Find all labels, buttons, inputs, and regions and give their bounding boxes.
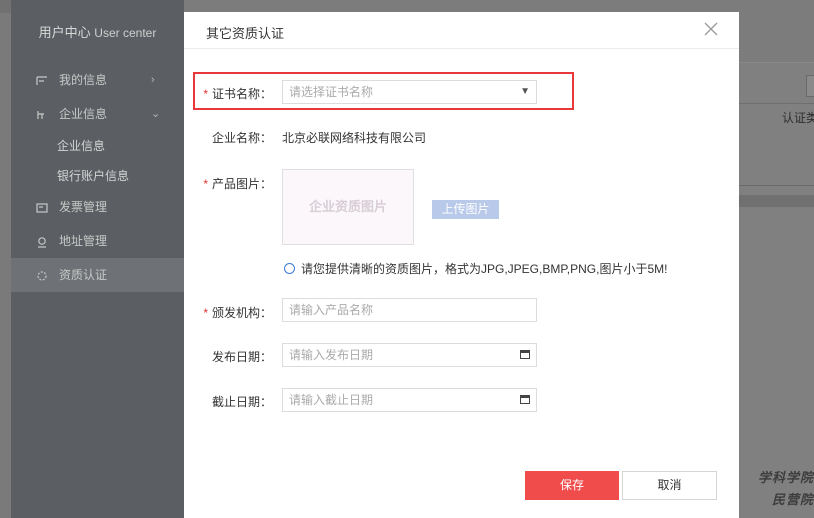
product-image-label-text: 产品图片： xyxy=(211,177,272,191)
company-name-value: 北京必联网络科技有限公司 xyxy=(282,131,427,145)
save-button[interactable]: 保存 xyxy=(525,471,619,500)
issue-date-label: 发布日期： xyxy=(211,350,272,364)
certificate-name-label: * 证书名称： xyxy=(184,85,272,102)
certificate-icon xyxy=(35,258,49,292)
calendar-icon[interactable] xyxy=(520,350,530,359)
issue-date-input[interactable]: 请输入发布日期 xyxy=(282,343,537,367)
expiry-date-input[interactable]: 请输入截止日期 xyxy=(282,388,537,412)
invoice-icon xyxy=(35,190,49,224)
table-column-header: 认证类 xyxy=(782,111,814,125)
issuer-input[interactable]: 请输入产品名称 xyxy=(282,298,537,322)
sidebar-item-label: 我的信息 xyxy=(59,73,108,87)
sidebar-item-label: 企业信息 xyxy=(59,107,108,121)
sidebar-item-label: 资质认证 xyxy=(59,268,108,282)
expiry-date-placeholder: 请输入截止日期 xyxy=(289,393,374,407)
chevron-right-icon: › xyxy=(151,74,155,86)
building-icon xyxy=(35,97,49,131)
horizontal-scrollbar[interactable] xyxy=(738,195,814,207)
sidebar-title-cn: 用户中心 xyxy=(38,25,91,40)
expiry-date-label: 截止日期： xyxy=(211,395,272,409)
divider xyxy=(738,103,814,104)
sidebar-subitem-label: 银行账户信息 xyxy=(57,169,130,183)
required-mark: * xyxy=(203,306,208,320)
issuer-label: * 颁发机构： xyxy=(184,304,272,321)
certificate-name-label-text: 证书名称： xyxy=(211,87,272,101)
image-hint-text: 请您提供清晰的资质图片，格式为JPG,JPEG,BMP,PNG,图片小于5M! xyxy=(301,262,668,276)
issuer-placeholder: 请输入产品名称 xyxy=(289,303,374,317)
sidebar-item-label: 地址管理 xyxy=(59,234,108,248)
hint-radio-icon[interactable] xyxy=(284,263,295,274)
dropdown-arrow-icon: ▼ xyxy=(520,86,530,97)
sidebar-title-en: User center xyxy=(94,26,157,40)
dialog-header: 其它资质认证 xyxy=(184,12,739,49)
issue-date-placeholder: 请输入发布日期 xyxy=(289,348,374,362)
image-hint: 请您提供清晰的资质图片，格式为JPG,JPEG,BMP,PNG,图片小于5M! xyxy=(284,260,667,276)
certificate-name-select[interactable]: 请选择证书名称 ▼ xyxy=(282,80,537,104)
sidebar-subitem-bank-account[interactable]: 银行账户信息 xyxy=(11,161,184,191)
dialog-title: 其它资质认证 xyxy=(206,26,285,41)
calendar-icon[interactable] xyxy=(520,395,530,404)
sidebar: 用户中心 User center 我的信息 › 企业信息 ⌄ 企业信息 银行账户… xyxy=(11,0,184,518)
cancel-button[interactable]: 取消 xyxy=(622,471,717,500)
sidebar-item-my-info[interactable]: 我的信息 › xyxy=(11,63,184,97)
background-table-fragment: 认证类 xyxy=(738,62,814,518)
sidebar-item-company-info[interactable]: 企业信息 ⌄ xyxy=(11,97,184,131)
sidebar-item-address[interactable]: 地址管理 xyxy=(11,224,184,258)
sidebar-title: 用户中心 User center xyxy=(11,22,184,41)
id-card-icon xyxy=(35,63,49,97)
sidebar-item-label: 发票管理 xyxy=(59,200,108,214)
certification-dialog: 其它资质认证 * 证书名称： 请选择证书名称 ▼ 企业名称： 北京必联网络科技有限… xyxy=(184,12,739,518)
required-mark: * xyxy=(203,87,208,101)
company-name-label: 企业名称： xyxy=(211,131,272,145)
sidebar-subitem-label: 企业信息 xyxy=(57,139,106,153)
issuer-label-text: 颁发机构： xyxy=(211,306,272,320)
upload-image-button[interactable]: 上传图片 xyxy=(432,200,499,219)
required-mark: * xyxy=(203,177,208,191)
sidebar-item-certification[interactable]: 资质认证 xyxy=(11,258,184,292)
background-button-fragment xyxy=(806,75,814,97)
image-placeholder: 企业资质图片 xyxy=(282,169,414,245)
chevron-down-icon: ⌄ xyxy=(151,108,161,120)
certificate-name-placeholder: 请选择证书名称 xyxy=(289,85,374,99)
sidebar-item-invoice[interactable]: 发票管理 xyxy=(11,190,184,224)
product-image-label: * 产品图片： xyxy=(184,175,272,192)
sidebar-subitem-company-info[interactable]: 企业信息 xyxy=(11,131,184,161)
divider xyxy=(738,185,814,186)
close-icon[interactable] xyxy=(702,21,720,39)
location-pin-icon xyxy=(35,224,49,258)
